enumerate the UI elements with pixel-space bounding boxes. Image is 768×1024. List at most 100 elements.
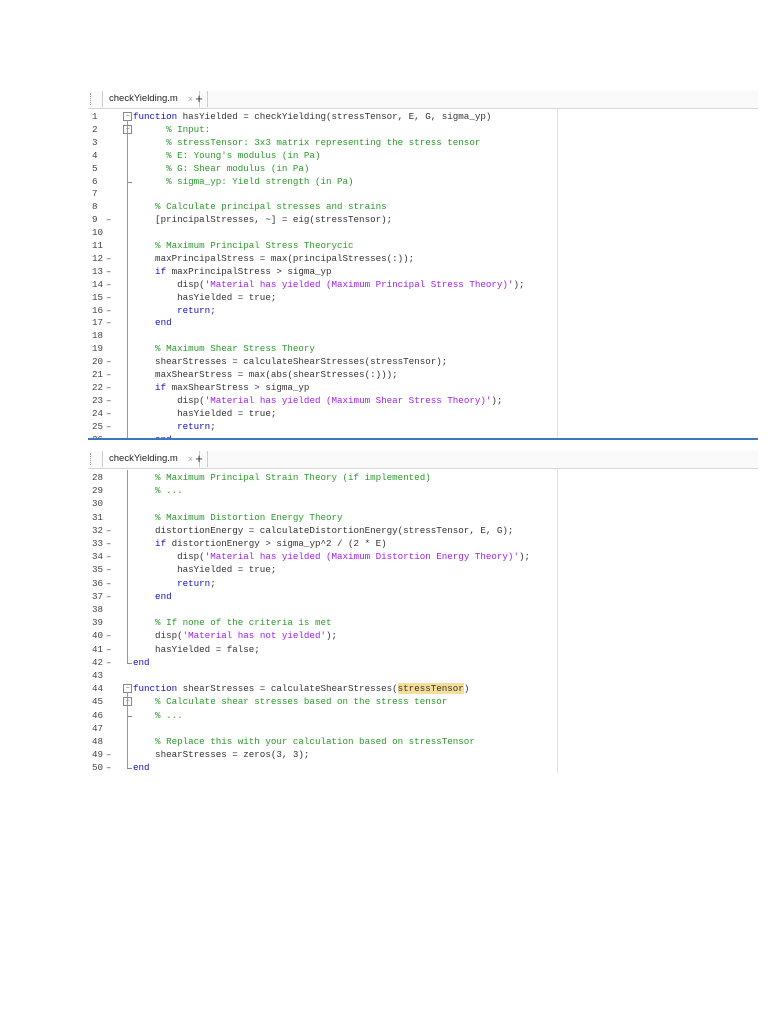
breakpoint-marker[interactable]: – [106,629,112,642]
breakpoint-marker[interactable]: – [106,563,112,576]
code-line[interactable]: 12– maxPrincipalStress = max(principalSt… [88,252,758,265]
code-line[interactable]: 2− % Input: [88,123,758,136]
code-line[interactable]: 34– disp('Material has yielded (Maximum … [88,550,758,563]
code-line[interactable]: 28 % Maximum Principal Strain Theory (if… [88,471,758,484]
code-line[interactable]: 11 % Maximum Principal Stress Theorycic [88,239,758,252]
breakpoint-marker[interactable]: – [106,761,112,773]
line-number: 28 [92,472,104,483]
code-text: if maxPrincipalStress > sigma_yp [133,265,331,278]
code-token: shearStresses = zeros(3, 3); [133,749,310,761]
code-area[interactable]: 1− function hasYielded = checkYielding(st… [88,109,758,438]
code-line[interactable]: 18 [88,329,758,342]
code-line[interactable]: 8 % Calculate principal stresses and str… [88,200,758,213]
add-tab-button[interactable]: + [191,451,208,467]
code-line[interactable]: 32– distortionEnergy = calculateDistorti… [88,524,758,537]
breakpoint-marker[interactable]: – [106,524,112,537]
code-line[interactable]: 6 % sigma_yp: Yield strength (in Pa) [88,175,758,188]
code-line[interactable]: 42– end [88,656,758,669]
code-line[interactable]: 25– return; [88,420,758,433]
code-line[interactable]: 40– disp('Material has not yielded'); [88,629,758,642]
code-line[interactable]: 10 [88,226,758,239]
breakpoint-marker[interactable]: – [106,550,112,563]
code-line[interactable]: 9– [principalStresses, ~] = eig(stressTe… [88,213,758,226]
breakpoint-marker[interactable]: – [106,407,112,420]
code-line[interactable]: 29 % ... [88,484,758,497]
code-line[interactable]: 35– hasYielded = true; [88,563,758,576]
add-tab-button[interactable]: + [191,91,208,107]
breakpoint-marker[interactable]: – [106,381,112,394]
breakpoint-marker[interactable]: – [106,316,112,329]
code-line[interactable]: 44− function shearStresses = calculateShe… [88,682,758,695]
breakpoint-marker[interactable]: – [106,355,112,368]
breakpoint-marker[interactable]: – [106,278,112,291]
code-line[interactable]: 49– shearStresses = zeros(3, 3); [88,748,758,761]
code-line[interactable]: 36– return; [88,577,758,590]
code-line[interactable]: 19 % Maximum Shear Stress Theory [88,342,758,355]
code-line[interactable]: 50– end [88,761,758,773]
code-line[interactable]: 21– maxShearStress = max(abs(shearStress… [88,368,758,381]
code-line[interactable]: 47 [88,722,758,735]
code-token: maxShearStress = max(abs(shearStresses(:… [133,369,398,380]
code-line[interactable]: 46 % ... [88,709,758,722]
breakpoint-marker[interactable]: – [106,656,112,669]
code-line[interactable]: 13– if maxPrincipalStress > sigma_yp [88,265,758,278]
code-line[interactable]: 4 % E: Young's modulus (in Pa) [88,149,758,162]
tab-grip[interactable] [90,93,95,105]
code-text: % Calculate shear stresses based on the … [133,695,447,708]
code-line[interactable]: 15– hasYielded = true; [88,291,758,304]
code-line[interactable]: 22– if maxShearStress > sigma_yp [88,381,758,394]
code-text: end [133,590,172,603]
code-line[interactable]: 43 [88,669,758,682]
breakpoint-marker[interactable]: – [106,291,112,304]
code-line[interactable]: 24– hasYielded = true; [88,407,758,420]
keyword: end [133,656,150,668]
code-line[interactable]: 3 % stressTensor: 3x3 matrix representin… [88,136,758,149]
tab-grip[interactable] [90,453,95,465]
code-text: return; [133,304,216,317]
code-line[interactable]: 23– disp('Material has yielded (Maximum … [88,394,758,407]
breakpoint-marker[interactable]: – [106,368,112,381]
breakpoint-marker[interactable]: – [106,420,112,433]
tab-checkyielding[interactable]: checkYielding.m × [102,91,201,107]
code-line[interactable]: 1− function hasYielded = checkYielding(st… [88,110,758,123]
code-line[interactable]: 17– end [88,316,758,329]
keyword: return [133,577,211,589]
breakpoint-marker[interactable]: – [106,213,112,226]
breakpoint-marker[interactable]: – [106,577,112,590]
keyword: if [133,538,167,549]
code-token: maxShearStress > sigma_yp [166,381,310,393]
tab-checkyielding[interactable]: checkYielding.m × [102,451,201,467]
code-line[interactable]: 7 [88,187,758,200]
breakpoint-marker[interactable]: – [106,748,112,761]
code-line[interactable]: 45− % Calculate shear stresses based on … [88,695,758,708]
breakpoint-marker[interactable]: – [106,265,112,278]
line-number: 18 [92,330,104,342]
code-line[interactable]: 30 [88,497,758,510]
line-number: 43 [92,670,104,681]
breakpoint-marker[interactable]: – [106,252,112,265]
breakpoint-marker[interactable]: – [106,590,112,603]
code-text: % E: Young's modulus (in Pa) [133,149,320,162]
code-text: maxShearStress = max(abs(shearStresses(:… [133,368,398,381]
code-line[interactable]: 38 [88,603,758,616]
breakpoint-marker[interactable]: – [106,304,112,317]
code-line[interactable]: 14– disp('Material has yielded (Maximum … [88,278,758,291]
code-area[interactable]: 28 % Maximum Principal Strain Theory (if… [88,470,758,773]
code-line[interactable]: 48 % Replace this with your calculation … [88,735,758,748]
code-line[interactable]: 20– shearStresses = calculateShearStress… [88,355,758,368]
panel-divider[interactable] [88,438,758,440]
code-line[interactable]: 39 % If none of the criteria is met [88,616,758,629]
code-line[interactable]: 16– return; [88,304,758,317]
line-number: 19 [92,343,104,355]
code-text: [principalStresses, ~] = eig(stressTenso… [133,213,392,226]
code-line[interactable]: 41– hasYielded = false; [88,643,758,656]
code-token: ); [491,394,503,406]
breakpoint-marker[interactable]: – [106,537,112,550]
breakpoint-marker[interactable]: – [106,394,112,407]
breakpoint-marker[interactable]: – [106,643,112,656]
code-line[interactable]: 33– if distortionEnergy > sigma_yp^2 / (… [88,537,758,550]
code-line[interactable]: 31 % Maximum Distortion Energy Theory [88,511,758,524]
code-line[interactable]: 5 % G: Shear modulus (in Pa) [88,162,758,175]
code-line[interactable]: 37– end [88,590,758,603]
keyword: function [133,683,178,695]
